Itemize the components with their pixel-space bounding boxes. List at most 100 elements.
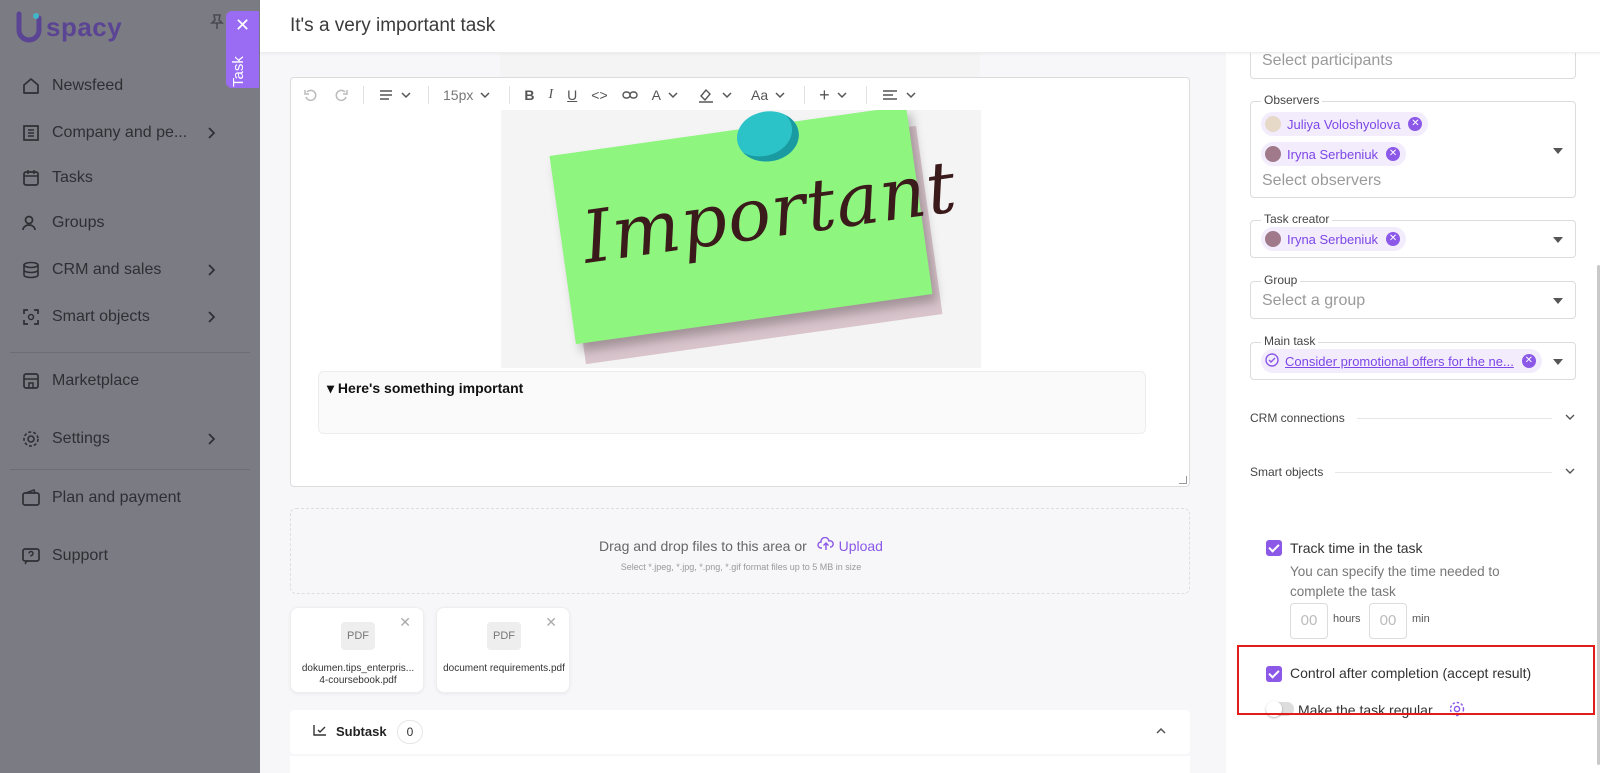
file-card[interactable]: PDF ✕ dokumen.tips_enterpris... 4-course… — [290, 607, 424, 693]
sidebar-item-smart-objects[interactable]: Smart objects — [20, 302, 220, 332]
track-time-hint: You can specify the time needed to compl… — [1290, 564, 1500, 599]
upload-button[interactable]: Upload — [817, 536, 883, 554]
file-name: dokumen.tips_enterpris... 4-coursebook.p… — [301, 663, 415, 686]
details-summary[interactable]: ▾ Here's something important — [327, 380, 523, 397]
sidebar-item-crm[interactable]: CRM and sales — [20, 255, 220, 285]
subtask-label: Subtask — [336, 724, 387, 739]
close-icon[interactable]: ✕ — [235, 16, 250, 34]
subtask-section[interactable]: Subtask 0 — [290, 710, 1190, 754]
code-icon[interactable]: <> — [591, 85, 607, 105]
sidebar-item-groups[interactable]: Groups — [20, 208, 220, 238]
bold-icon[interactable]: B — [524, 85, 534, 105]
sidebar-item-marketplace[interactable]: Marketplace — [20, 366, 220, 396]
chevron-right-icon — [202, 308, 220, 326]
logo-mark-icon — [14, 10, 44, 44]
help-icon — [20, 545, 42, 567]
brand-name: spacy — [46, 11, 123, 42]
redo-icon[interactable] — [333, 85, 349, 105]
crm-connections-section[interactable]: CRM connections — [1250, 408, 1576, 428]
sidebar-divider — [10, 352, 250, 353]
text-case-icon: Aa — [750, 87, 769, 103]
collapsible-details[interactable]: ▾ Here's something important — [318, 371, 1146, 434]
minutes-input[interactable]: 00 — [1369, 603, 1407, 639]
sidebar-item-company[interactable]: Company and pe... — [20, 118, 220, 148]
calendar-icon — [20, 167, 42, 189]
section-divider — [1335, 471, 1552, 473]
track-time-checkbox[interactable] — [1266, 540, 1282, 556]
hours-input[interactable]: 00 — [1290, 603, 1328, 639]
subtask-count-badge: 0 — [397, 720, 423, 744]
upload-cloud-icon — [817, 536, 834, 550]
home-icon — [20, 75, 42, 97]
main-task-link[interactable]: Consider promotional offers for the ne..… — [1285, 354, 1514, 369]
remove-chip-icon[interactable]: ✕ — [1408, 117, 1423, 131]
remove-chip-icon[interactable]: ✕ — [1386, 147, 1401, 161]
observer-chip[interactable]: Iryna Serbeniuk ✕ — [1261, 142, 1407, 166]
highlight-color-dropdown[interactable] — [697, 85, 737, 105]
scan-icon — [20, 306, 42, 328]
undo-icon[interactable] — [303, 85, 319, 105]
image-top-strip — [500, 53, 980, 77]
chevron-down-icon[interactable] — [1564, 465, 1576, 480]
sidebar-item-label: Marketplace — [52, 372, 140, 389]
task-creator-label: Task creator — [1261, 212, 1333, 226]
file-card[interactable]: PDF ✕ document requirements.pdf — [436, 607, 570, 693]
dropzone-text-row: Drag and drop files to this area or Uplo… — [291, 536, 1191, 554]
chevron-up-icon[interactable] — [1154, 724, 1168, 743]
observers-field[interactable]: Observers Juliya Voloshyolova ✕ Iryna Se… — [1250, 93, 1576, 198]
text-case-dropdown[interactable]: Aa — [751, 85, 790, 105]
remove-chip-icon[interactable]: ✕ — [1521, 354, 1536, 368]
sidebar-item-label: Company and pe... — [52, 124, 188, 141]
task-tab-label: Task — [230, 56, 247, 87]
logo[interactable]: spacy — [14, 10, 122, 44]
sidebar-item-plan[interactable]: Plan and payment — [20, 483, 220, 513]
dropdown-arrow-icon[interactable] — [1553, 298, 1563, 304]
sidebar-item-newsfeed[interactable]: Newsfeed — [20, 71, 220, 101]
store-icon — [20, 370, 42, 392]
resize-handle[interactable] — [1179, 476, 1187, 484]
align-dropdown[interactable] — [881, 85, 921, 105]
smart-objects-section[interactable]: Smart objects — [1250, 462, 1576, 482]
link-icon[interactable] — [621, 85, 638, 105]
observer-chip[interactable]: Juliya Voloshyolova ✕ — [1261, 112, 1429, 136]
task-panel-tab[interactable]: ✕ Task — [226, 11, 259, 88]
remove-file-icon[interactable]: ✕ — [545, 614, 557, 631]
paragraph-style-dropdown[interactable] — [378, 85, 414, 105]
chevron-down-icon[interactable] — [1564, 411, 1576, 426]
dropdown-arrow-icon[interactable] — [1553, 237, 1563, 243]
font-size-dropdown[interactable]: 15px — [443, 85, 495, 105]
observer-name: Juliya Voloshyolova — [1287, 116, 1401, 132]
sidebar-item-label: Tasks — [52, 169, 93, 186]
task-creator-field[interactable]: Task creator Iryna Serbeniuk ✕ — [1250, 212, 1576, 258]
remove-file-icon[interactable]: ✕ — [399, 614, 411, 631]
sidebar-item-support[interactable]: Support — [20, 541, 220, 571]
italic-icon[interactable]: I — [548, 85, 553, 105]
participants-placeholder: Select participants — [1262, 52, 1393, 69]
file-dropzone[interactable]: Drag and drop files to this area or Uplo… — [290, 508, 1190, 594]
text-color-icon: A — [651, 87, 661, 103]
underline-icon[interactable]: U — [567, 85, 577, 105]
toolbar-divider — [865, 86, 867, 104]
pdf-file-icon: PDF — [341, 622, 375, 650]
highlight-box — [1237, 645, 1595, 715]
sidebar-item-settings[interactable]: Settings — [20, 424, 220, 454]
sidebar-item-tasks[interactable]: Tasks — [20, 163, 220, 193]
dropdown-arrow-icon[interactable] — [1553, 359, 1563, 365]
font-size-value: 15px — [443, 87, 474, 103]
task-title[interactable]: It's a very important task — [290, 15, 495, 37]
main-task-chip[interactable]: Consider promotional offers for the ne..… — [1261, 349, 1542, 373]
section-divider — [1356, 417, 1552, 419]
description-editor[interactable]: 15px B I U <> A Aa + Important ▾ Here's … — [290, 77, 1190, 487]
observer-name: Iryna Serbeniuk — [1287, 146, 1379, 162]
insert-dropdown[interactable]: + — [819, 85, 852, 105]
pin-icon[interactable] — [210, 14, 224, 34]
text-color-dropdown[interactable]: A — [652, 85, 683, 105]
pushpin-icon — [733, 110, 803, 166]
creator-chip[interactable]: Iryna Serbeniuk ✕ — [1261, 227, 1407, 251]
important-image[interactable]: Important — [501, 110, 981, 368]
main-task-field[interactable]: Main task Consider promotional offers fo… — [1250, 334, 1576, 380]
remove-chip-icon[interactable]: ✕ — [1386, 232, 1401, 246]
dropdown-arrow-icon[interactable] — [1553, 148, 1563, 154]
file-name: document requirements.pdf — [443, 663, 565, 674]
group-field[interactable]: Group Select a group — [1250, 273, 1576, 319]
